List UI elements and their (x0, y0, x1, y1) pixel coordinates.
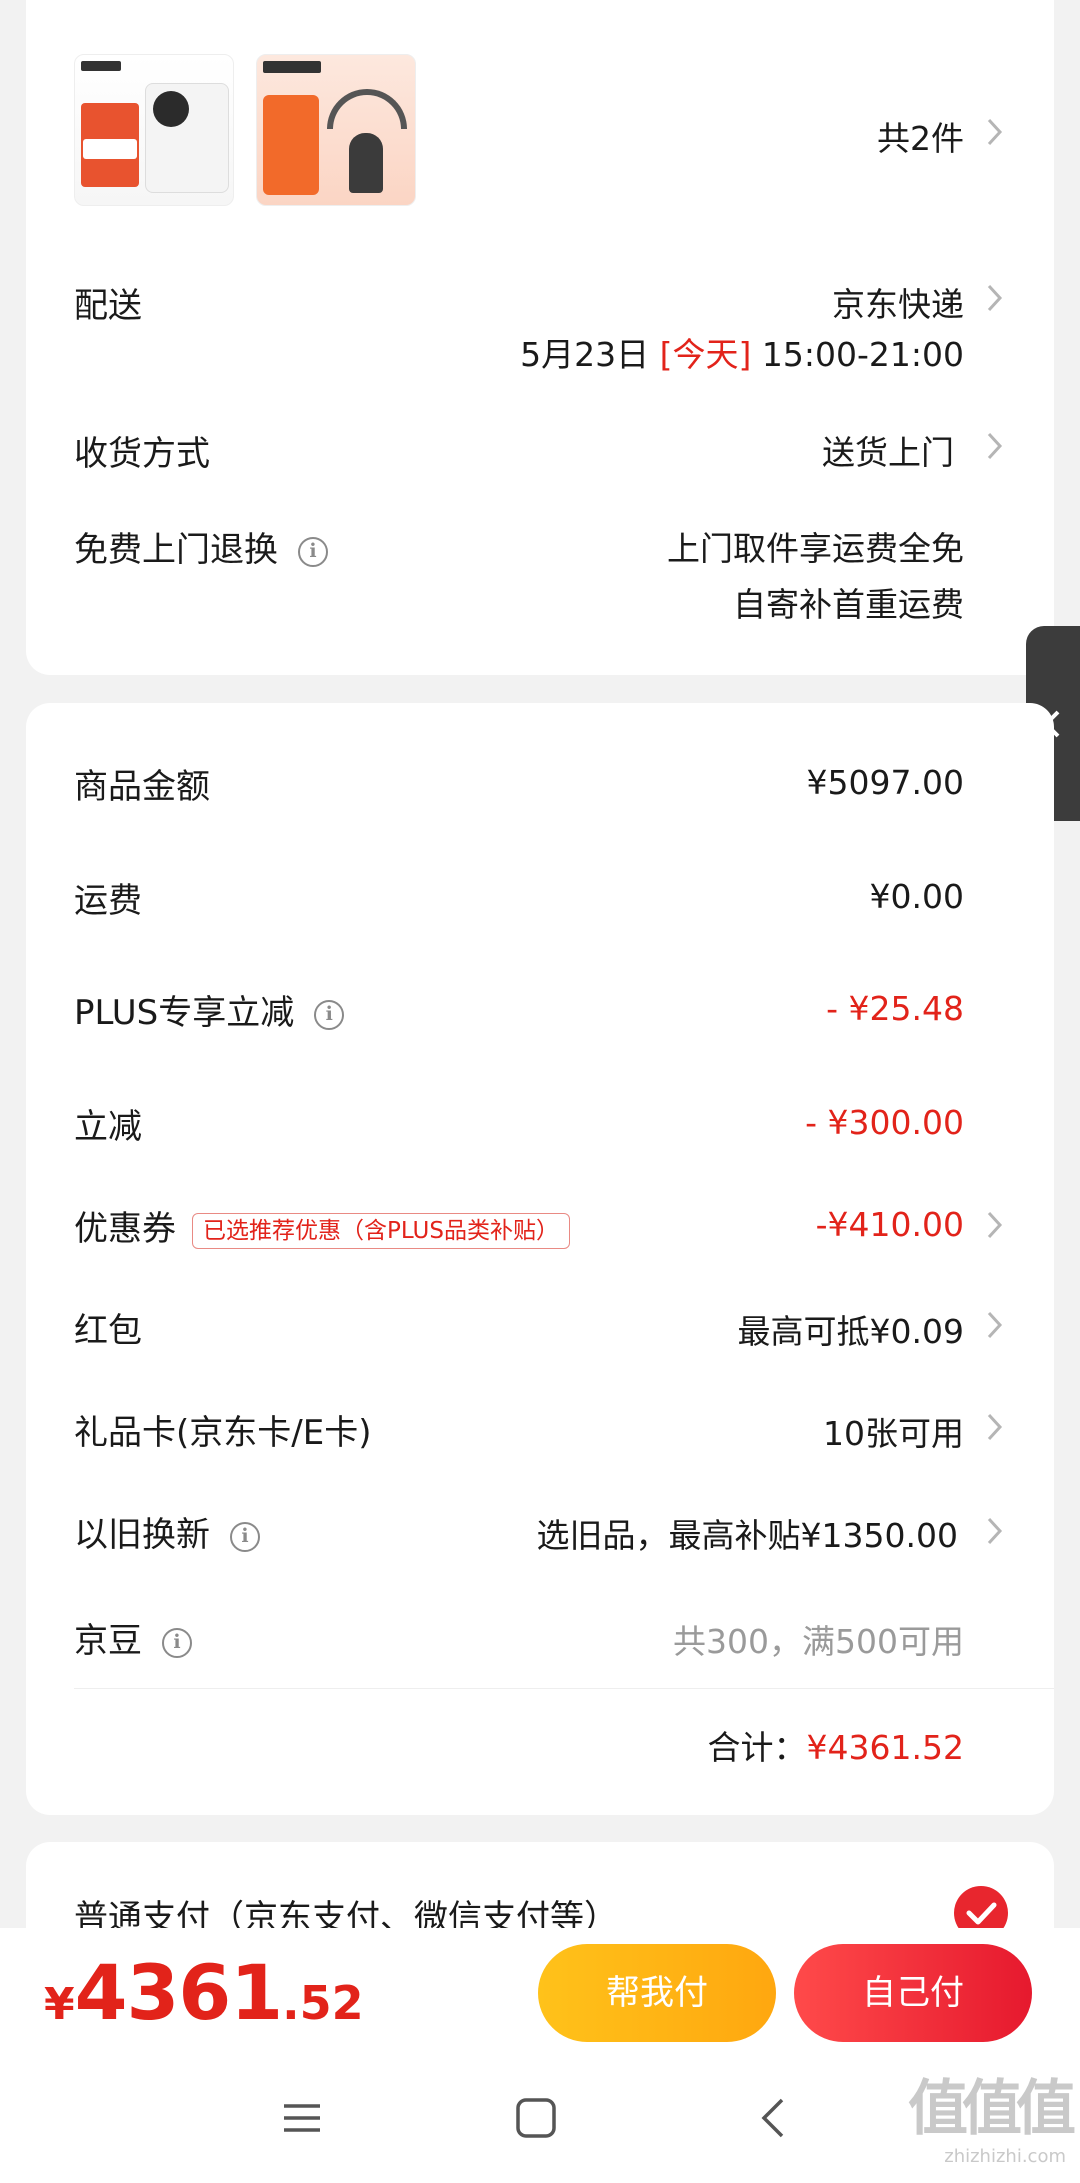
gift-card-label: 礼品卡(京东卡/E卡) (74, 1413, 372, 1453)
goods-amount-row: 商品金额 ¥5097.00 (74, 759, 1054, 807)
checkout-bar: ¥4361.52 帮我付 自己付 (0, 1928, 1080, 2056)
info-icon[interactable]: i (162, 1627, 192, 1658)
info-icon[interactable]: i (298, 536, 328, 567)
chevron-right-icon (984, 428, 1006, 464)
chevron-right-icon (984, 1207, 1006, 1243)
total-price: ¥4361.52 (44, 1948, 364, 2037)
instant-discount-row: 立减 - ¥300.00 (74, 1099, 1054, 1147)
plus-discount-value: - ¥25.48 (826, 989, 964, 1028)
chevron-right-icon (984, 1307, 1006, 1343)
delivery-row[interactable]: 配送 京东快递 5月23日 [今天] 15:00-21:00 (74, 278, 1054, 378)
plus-discount-row: PLUS专享立减 i - ¥25.48 (74, 985, 1054, 1033)
product-count-row[interactable]: 共2件 (74, 112, 1054, 158)
delivery-carrier: 京东快递 (832, 285, 964, 324)
free-return-line1: 上门取件享运费全免 (667, 529, 964, 568)
gift-card-value: 10张可用 (823, 1414, 964, 1453)
chevron-right-icon (984, 280, 1006, 316)
help-pay-button[interactable]: 帮我付 (538, 1944, 776, 2042)
watermark-logo: 值值值 (908, 2074, 1076, 2144)
trade-in-label: 以旧换新 (74, 1515, 210, 1555)
receive-method-label: 收货方式 (74, 434, 210, 474)
chevron-right-icon (984, 1409, 1006, 1445)
info-icon[interactable]: i (314, 999, 345, 1030)
jd-beans-label: 京豆 (74, 1621, 142, 1661)
self-pay-button[interactable]: 自己付 (794, 1944, 1032, 2042)
total-label: 合计： (707, 1728, 807, 1767)
free-return-label: 免费上门退换 (74, 530, 278, 570)
trade-in-row[interactable]: 以旧换新 i 选旧品，最高补贴¥1350.00 (74, 1507, 1054, 1555)
jd-beans-value: 共300，满500可用 (673, 1622, 964, 1661)
coupon-tag: 已选推荐优惠（含PLUS品类补贴） (192, 1212, 570, 1249)
product-count: 共2件 (877, 119, 964, 158)
price-integer: 4361 (74, 1948, 284, 2037)
trade-in-value: 选旧品，最高补贴¥1350.00 (536, 1516, 958, 1555)
today-tag: [今天] (659, 335, 752, 374)
info-icon[interactable]: i (230, 1521, 260, 1552)
coupon-label: 优惠券 (74, 1209, 176, 1249)
coupon-row[interactable]: 优惠券 已选推荐优惠（含PLUS品类补贴） -¥410.00 (74, 1201, 1054, 1249)
receive-method-row[interactable]: 收货方式 送货上门 (74, 426, 1054, 474)
free-return-line2: 自寄补首重运费 (733, 585, 964, 624)
shipping-value: ¥0.00 (869, 877, 964, 916)
price-detail-card: 商品金额 ¥5097.00 运费 ¥0.00 PLUS专享立减 i - ¥25.4… (26, 703, 1054, 1815)
delivery-label: 配送 (74, 286, 142, 326)
delivery-time-window: 15:00-21:00 (761, 335, 964, 374)
red-packet-row[interactable]: 红包 最高可抵¥0.09 (74, 1303, 1054, 1351)
order-info-card: 共2件 配送 京东快递 5月23日 [今天] 15:00-21:00 收货方式 … (26, 0, 1054, 675)
chevron-right-icon (984, 114, 1006, 150)
jd-beans-row: 京豆 i 共300，满500可用 (74, 1613, 1054, 1661)
instant-discount-label: 立减 (74, 1107, 142, 1147)
plus-discount-label: PLUS专享立减 (74, 993, 295, 1033)
gift-card-row[interactable]: 礼品卡(京东卡/E卡) 10张可用 (74, 1405, 1054, 1453)
watermark-domain: zhizhizhi.com (944, 2146, 1066, 2167)
delivery-time: 5月23日 [今天] 15:00-21:00 (520, 328, 964, 376)
home-icon[interactable] (514, 2096, 558, 2140)
goods-amount-value: ¥5097.00 (806, 763, 964, 802)
red-packet-value: 最高可抵¥0.09 (737, 1312, 964, 1351)
total-row: 合计：¥4361.52 (74, 1721, 1054, 1769)
receive-method-value: 送货上门 (822, 433, 954, 472)
shipping-label: 运费 (74, 881, 142, 921)
free-return-row: 免费上门退换 i 上门取件享运费全免 自寄补首重运费 (74, 522, 1054, 624)
red-packet-label: 红包 (74, 1311, 142, 1351)
currency-symbol: ¥ (44, 1979, 75, 2030)
coupon-value: -¥410.00 (815, 1205, 964, 1244)
divider (74, 1688, 1054, 1689)
chevron-right-icon (984, 1513, 1006, 1549)
back-icon[interactable] (752, 2096, 796, 2140)
goods-amount-label: 商品金额 (74, 767, 210, 807)
delivery-date: 5月23日 (520, 335, 650, 374)
instant-discount-value: - ¥300.00 (805, 1103, 964, 1142)
total-value: ¥4361.52 (806, 1728, 964, 1767)
shipping-row: 运费 ¥0.00 (74, 873, 1054, 921)
price-decimal: .52 (282, 1976, 364, 2030)
menu-icon[interactable] (280, 2096, 324, 2140)
